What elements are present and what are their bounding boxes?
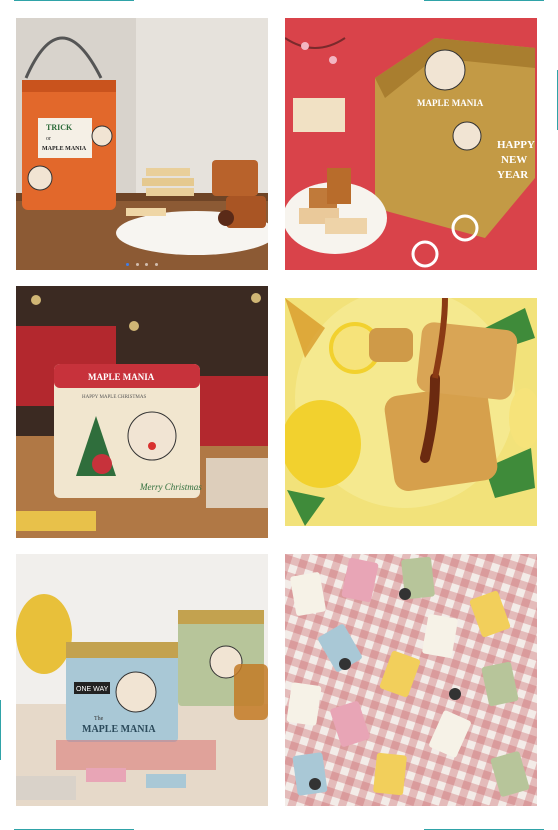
tin-text-or: or [46,136,51,142]
carousel-dot-1[interactable] [126,263,130,266]
christmas-tin-illustration: MAPLE MANIA HAPPY MAPLE CHRISTMAS Merry … [16,286,268,538]
xmas-text-happy: HAPPY MAPLE CHRISTMAS [82,395,146,400]
carousel-dot-4[interactable] [154,263,158,266]
xmas-text-merry: Merry Christmas [139,482,202,492]
photo-blue-green-tins[interactable]: ONE WAY The MAPLE MANIA [16,554,268,806]
tin-text-maple: MAPLE MANIA [42,146,87,152]
carousel-dot-3[interactable] [145,263,149,266]
waffles-illustration [285,298,537,526]
carousel-dot-2[interactable] [135,263,139,266]
box-text-year: YEAR [497,169,529,181]
tin-text-maple-blue: MAPLE MANIA [82,724,156,735]
frame-left-edge [0,700,1,760]
carousel-dots [16,262,268,266]
box-text-happy: HAPPY [497,139,535,151]
xmas-text-maple: MAPLE MANIA [88,372,155,382]
box-text-maple: MAPLE MANIA [417,98,484,108]
tin-text-trick: TRICK [46,123,73,132]
photo-wrapped-cookies[interactable] [285,554,537,806]
photo-new-year-box[interactable]: MAPLE MANIA HAPPY NEW YEAR [285,18,537,270]
new-year-box-illustration: MAPLE MANIA HAPPY NEW YEAR [285,18,537,270]
photo-christmas-tin[interactable]: MAPLE MANIA HAPPY MAPLE CHRISTMAS Merry … [16,286,268,538]
tin-text-the: The [94,716,104,722]
photo-waffles-lemon[interactable] [285,298,537,526]
tin-text-one-way: ONE WAY [76,686,109,693]
halloween-tin-illustration: TRICK or MAPLE MANIA [16,18,268,270]
tins-illustration: ONE WAY The MAPLE MANIA [16,554,268,806]
frame-top-right [424,0,544,1]
wrapped-cookies-illustration [285,554,537,806]
frame-top-left [14,0,134,1]
photo-halloween-tin[interactable]: TRICK or MAPLE MANIA [16,18,268,270]
box-text-new: NEW [501,154,527,166]
